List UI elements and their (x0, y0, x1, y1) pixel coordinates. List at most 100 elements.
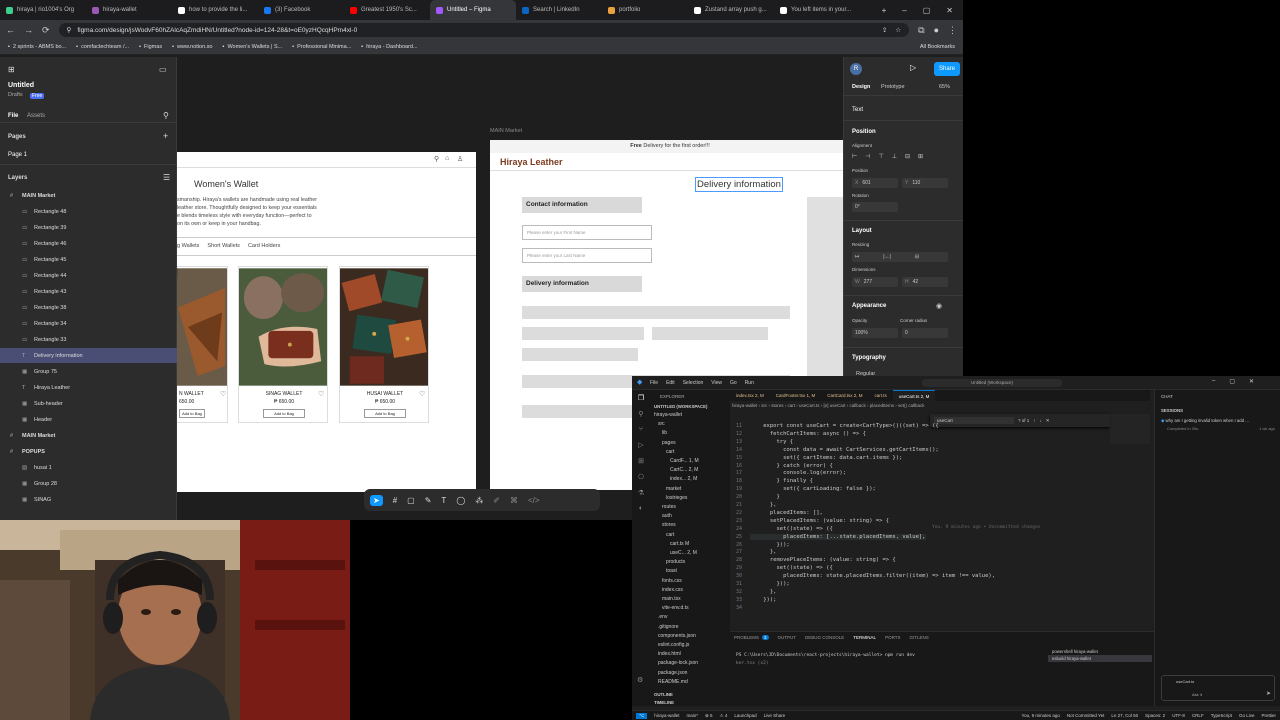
status-project[interactable]: hiraya-wallet (654, 713, 679, 718)
bookmark-item[interactable]: ▪ Professional Minima... (292, 44, 351, 50)
add-to-bag-button[interactable]: Add to Bag (364, 409, 406, 418)
status-position[interactable]: Ln 27, Col 50 (1111, 713, 1138, 718)
layer-item[interactable]: ▦ Group 75 (0, 364, 177, 379)
menu-icon[interactable]: ⋮ (948, 25, 957, 36)
layer-item[interactable]: ▭ Rectangle 46 (0, 236, 177, 251)
file-tree-item[interactable]: package.json (658, 670, 687, 676)
user-icon[interactable]: ♙ (457, 155, 463, 163)
site-info-icon[interactable]: ⚲ (67, 26, 72, 34)
avatar[interactable]: R (850, 63, 862, 75)
search-icon[interactable]: ⚲ (163, 111, 169, 120)
panel-tab[interactable]: GITLENS (909, 635, 928, 640)
browser-tab[interactable]: portfolio (602, 0, 688, 20)
file-tab[interactable]: File (8, 113, 18, 119)
browser-tab[interactable]: hiraya-wallet (86, 0, 172, 20)
product-card[interactable]: SINAG WALLET ₱ 650.00 ♡ Add to Bag (238, 266, 328, 423)
outline-section[interactable]: OUTLINE (654, 692, 673, 697)
product-card[interactable]: N WALLET 650.00 ♡ Add to Bag (177, 266, 228, 423)
timeline-section[interactable]: TIMELINE (654, 700, 674, 705)
browser-tab[interactable]: how to provide the li... (172, 0, 258, 20)
heart-icon[interactable]: ♡ (419, 390, 425, 398)
category-tab[interactable]: g Wallets (177, 243, 199, 249)
draw-icon[interactable]: ✐ (493, 496, 500, 505)
category-tab[interactable]: Short Wallets (207, 243, 240, 249)
bookmark-item[interactable]: ▪ Women's Wallets | S... (223, 44, 283, 50)
bag-icon[interactable]: ⌂ (445, 155, 449, 162)
x-input[interactable]: X 601 (852, 178, 898, 188)
layer-item[interactable]: ▦ Sub-header (0, 396, 177, 411)
bookmark-item[interactable]: ▪ Figmas (139, 44, 162, 50)
layer-item[interactable]: ▭ Rectangle 39 (0, 220, 177, 235)
assets-tab[interactable]: Assets (27, 113, 45, 119)
settings-icon[interactable]: ⚙ (637, 676, 643, 684)
chat-session-item[interactable]: ◆ why am I getting invalid token when I … (1161, 418, 1251, 424)
address-field[interactable]: ⚲ figma.com/design/jsWodvF60hZAlcAqZmdiH… (58, 23, 910, 37)
status-spaces[interactable]: Spaces: 2 (1145, 713, 1165, 718)
heart-icon[interactable]: ♡ (220, 390, 226, 398)
back-icon[interactable]: ← (6, 25, 15, 35)
move-tool-icon[interactable]: ➤ (370, 494, 383, 506)
remote-indicator[interactable]: ⌥ (636, 712, 648, 719)
comment-tool-icon[interactable]: ◯ (456, 496, 465, 505)
browser-tab[interactable]: Greatest 1950's Sc... (344, 0, 430, 20)
y-input[interactable]: Y 110 (902, 178, 948, 188)
page-1-item[interactable]: Page 1 (8, 152, 27, 158)
frame-tool-icon[interactable]: # (393, 496, 397, 505)
file-tree-item[interactable]: .gitignore (658, 624, 679, 630)
present-icon[interactable]: ▷ (910, 63, 916, 72)
browser-tab[interactable]: You left items in your... (774, 0, 860, 20)
add-to-bag-button[interactable]: Add to Bag (179, 409, 205, 418)
minimap[interactable] (1110, 414, 1150, 444)
last-name-field[interactable]: Please enter your Last Name (522, 248, 652, 263)
text-tool-icon[interactable]: T (441, 496, 446, 505)
layer-item[interactable]: ▭ Rectangle 43 (0, 284, 177, 299)
heart-icon[interactable]: ♡ (318, 390, 324, 398)
bookmark-item[interactable]: ▪ comfactechteam /... (76, 44, 129, 50)
status-language[interactable]: TypeScript (1211, 713, 1232, 718)
rotation-input[interactable]: 0° (852, 202, 898, 212)
layer-item[interactable]: # MAIN Market (0, 188, 177, 203)
layer-item[interactable]: # POPUPS (0, 444, 177, 459)
close-icon[interactable]: ✕ (1249, 378, 1254, 385)
bookmark-item[interactable]: ▪ www.notion.so (172, 44, 212, 50)
first-name-field[interactable]: Please enter your First Name (522, 225, 652, 240)
status-prettier[interactable]: Prettier (1261, 713, 1276, 718)
zoom-level[interactable]: 65% (939, 84, 950, 90)
send-icon[interactable]: ➤ (1266, 690, 1271, 697)
layer-item[interactable]: ▨ husai 1 (0, 460, 177, 475)
search-icon[interactable]: ⚲ (434, 155, 439, 163)
shape-tool-icon[interactable]: ▢ (407, 496, 415, 505)
actions-icon[interactable]: ⁂ (475, 496, 483, 505)
file-tree-item[interactable]: components.json (658, 633, 696, 639)
browser-tab[interactable]: Untitled – Figma (430, 0, 516, 20)
category-tab[interactable]: Card Holders (248, 243, 280, 249)
minimize-icon[interactable]: – (902, 6, 906, 15)
panel-tab[interactable]: PORTS (885, 635, 900, 640)
height-input[interactable]: H 42 (902, 277, 948, 287)
file-tree-item[interactable]: index.html (658, 651, 681, 657)
figma-menu-icon[interactable]: ⊞ (8, 65, 15, 74)
add-to-bag-button[interactable]: Add to Bag (263, 409, 305, 418)
status-encoding[interactable]: UTF-8 (1172, 713, 1185, 718)
panel-tab[interactable]: PROBLEMS (734, 635, 759, 640)
status-warnings[interactable]: ⚠ 4 (720, 713, 728, 719)
chat-context-file[interactable]: useCart.ts (1176, 679, 1194, 684)
extensions-icon[interactable]: ⧉ (918, 25, 924, 36)
maximize-icon[interactable]: ▢ (1229, 378, 1235, 385)
width-input[interactable]: W 277 (852, 277, 898, 287)
visibility-icon[interactable]: ◉ (936, 302, 942, 310)
share-button[interactable]: Share (934, 62, 960, 76)
status-errors[interactable]: ⊗ 5 (705, 713, 713, 719)
panel-tab[interactable]: OUTPUT (778, 635, 797, 640)
sidebar-toggle-icon[interactable]: ▭ (159, 65, 167, 74)
status-launchpad[interactable]: Launchpad (734, 713, 756, 718)
status-uncommitted[interactable]: Not Committed Yet (1067, 713, 1105, 718)
layer-item[interactable]: ▭ Rectangle 44 (0, 268, 177, 283)
status-blame[interactable]: You, 9 minutes ago (1021, 713, 1059, 718)
profile-icon[interactable]: ● (934, 25, 939, 35)
panel-tab[interactable]: DEBUG CONSOLE (805, 635, 844, 640)
design-tab[interactable]: Design (852, 84, 870, 90)
layer-item[interactable]: ▭ Rectangle 33 (0, 332, 177, 347)
bookmark-item[interactable]: ▪ hiraya - Dashboard... (361, 44, 417, 50)
layer-item[interactable]: ▭ Rectangle 38 (0, 300, 177, 315)
